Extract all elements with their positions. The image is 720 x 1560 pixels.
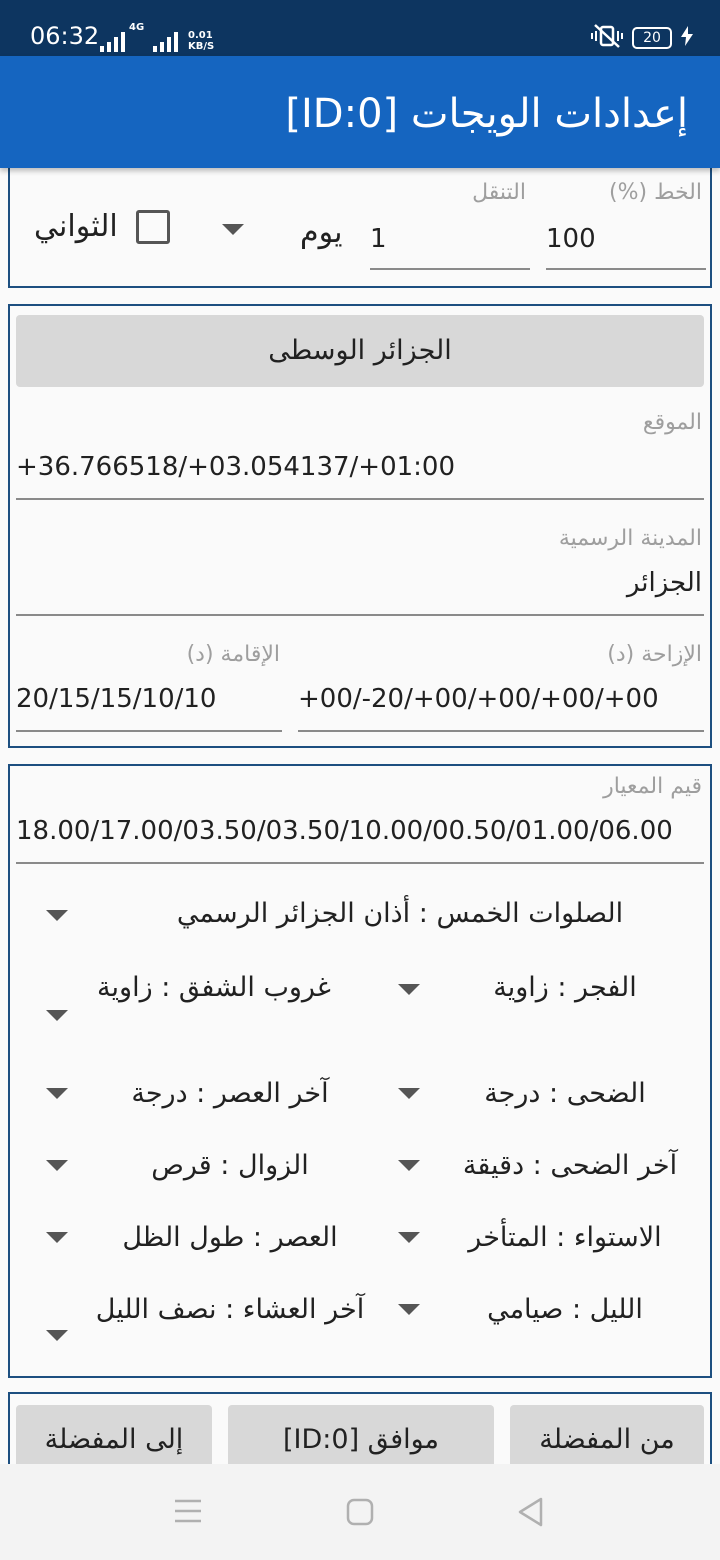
- official-city-input[interactable]: الجزائر: [627, 566, 702, 600]
- end-isha-value: آخر العشاء : نصف الليل: [95, 1294, 365, 1325]
- official-city-label: المدينة الرسمية: [558, 526, 702, 551]
- duha-value: الضحى : درجة: [484, 1078, 646, 1109]
- criteria-underline: [16, 862, 704, 864]
- iqama-input[interactable]: 20/15/15/10/10: [16, 682, 216, 716]
- asr-value: العصر : طول الظل: [122, 1222, 338, 1253]
- menu-icon[interactable]: [174, 1498, 202, 1528]
- home-icon[interactable]: [346, 1498, 374, 1530]
- offset-underline: [298, 730, 704, 732]
- network-indicators: 4G 0.01 KB/S: [100, 20, 214, 52]
- criteria-input[interactable]: 18.00/17.00/03.50/03.50/10.00/00.50/01.0…: [16, 814, 673, 848]
- shift-input[interactable]: 1: [370, 222, 387, 256]
- signal-icon: [100, 30, 125, 52]
- chevron-down-icon: [398, 1160, 420, 1171]
- signal-4g-icon: 4G: [129, 22, 178, 52]
- zawal-value: الزوال : قرص: [151, 1150, 309, 1181]
- istiwa-value: الاستواء : المتأخر: [468, 1222, 662, 1253]
- offset-label: الإزاحة (د): [607, 642, 702, 667]
- twilight-value: غروب الشفق : زاوية: [97, 972, 331, 1003]
- offset-input[interactable]: +00/-20/+00/+00/+00/+00: [298, 682, 659, 716]
- mute-vibrate-icon: [590, 22, 624, 54]
- status-time: 06:32: [30, 22, 100, 50]
- net-speed-value: 0.01: [188, 30, 213, 41]
- chevron-down-icon: [46, 1160, 68, 1171]
- night-value: الليل : صيامي: [487, 1294, 643, 1325]
- five-prayers-value: الصلوات الخمس : أذان الجزائر الرسمي: [176, 898, 624, 929]
- system-indicators: 20: [590, 22, 694, 54]
- charging-icon: [680, 26, 694, 50]
- battery-icon: 20: [632, 27, 672, 49]
- chevron-down-icon: [46, 1088, 68, 1099]
- city-select-button[interactable]: الجزائر الوسطى: [16, 315, 704, 387]
- network-type: 4G: [129, 22, 145, 33]
- end-asr-value: آخر العصر : درجة: [131, 1078, 329, 1109]
- chevron-down-icon: [46, 1232, 68, 1243]
- location-underline: [16, 498, 704, 500]
- iqama-label: الإقامة (د): [186, 642, 280, 667]
- criteria-label: قيم المعيار: [603, 774, 702, 799]
- font-size-input[interactable]: 100: [546, 222, 596, 256]
- unit-spinner-value: يوم: [300, 215, 343, 250]
- location-label: الموقع: [642, 410, 702, 435]
- criteria-panel: قيم المعيار 18.00/17.00/03.50/03.50/10.0…: [8, 764, 712, 1378]
- shift-underline: [370, 268, 530, 270]
- back-icon[interactable]: [516, 1496, 544, 1532]
- location-panel: الجزائر الوسطى الموقع +36.766518/+03.054…: [8, 304, 712, 748]
- font-size-underline: [546, 268, 706, 270]
- end-duha-value: آخر الضحى : دقيقة: [462, 1150, 678, 1181]
- net-speed: 0.01 KB/S: [188, 30, 214, 52]
- page-title: إعدادات الويجات [ID:0]: [285, 91, 688, 137]
- chevron-down-icon: [398, 1088, 420, 1099]
- net-speed-unit: KB/S: [188, 41, 215, 52]
- shift-label: التنقل: [472, 180, 526, 205]
- chevron-down-icon: [46, 1010, 68, 1021]
- chevron-down-icon: [398, 1304, 420, 1315]
- chevron-down-icon: [46, 1330, 68, 1341]
- chevron-down-icon: [222, 224, 244, 235]
- location-input[interactable]: +36.766518/+03.054137/+01:00: [16, 450, 455, 484]
- fajr-value: الفجر : زاوية: [493, 972, 637, 1003]
- chevron-down-icon: [398, 984, 420, 995]
- app-bar: إعدادات الويجات [ID:0]: [0, 56, 720, 168]
- status-bar: 06:32 4G 0.01 KB/S 20: [0, 0, 720, 56]
- display-options-panel: الخط (%) 100 التنقل 1 يوم الثواني: [8, 160, 712, 288]
- navigation-bar: [0, 1464, 720, 1560]
- font-size-label: الخط (%): [609, 180, 702, 205]
- chevron-down-icon: [398, 1232, 420, 1243]
- iqama-underline: [16, 730, 282, 732]
- checkbox-box: [136, 210, 170, 244]
- seconds-label: الثواني: [34, 209, 118, 244]
- official-city-underline: [16, 614, 704, 616]
- chevron-down-icon: [46, 910, 68, 921]
